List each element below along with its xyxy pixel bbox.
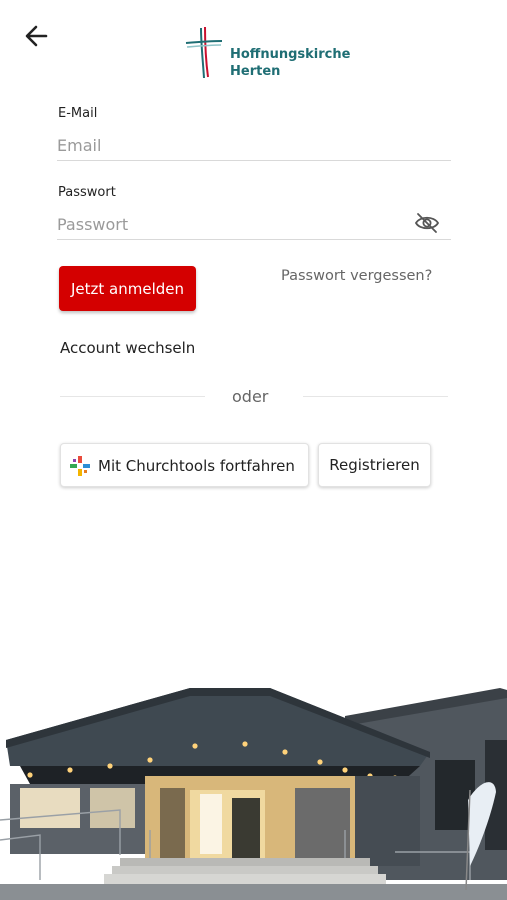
- email-label: E-Mail: [58, 106, 98, 121]
- logo-text: Hoffnungskirche Herten: [230, 46, 350, 80]
- churchtools-button-label: Mit Churchtools fortfahren: [98, 457, 295, 475]
- back-button[interactable]: [22, 22, 54, 50]
- logo-line-2: Herten: [230, 64, 281, 79]
- divider-line-left: [60, 396, 205, 397]
- password-label: Passwort: [58, 185, 116, 200]
- church-building-photo: [0, 680, 507, 900]
- forgot-password-link[interactable]: Passwort vergessen?: [281, 268, 432, 284]
- church-logo: Hoffnungskirche Herten: [184, 24, 350, 80]
- switch-account-link[interactable]: Account wechseln: [60, 339, 195, 357]
- arrow-left-icon: [25, 25, 48, 47]
- divider-line-right: [303, 396, 448, 397]
- password-field[interactable]: [57, 209, 451, 240]
- divider-text: oder: [232, 387, 269, 406]
- logo-line-1: Hoffnungskirche: [230, 47, 351, 62]
- churchtools-login-button[interactable]: Mit Churchtools fortfahren: [60, 443, 309, 487]
- cross-logo-icon: [185, 26, 223, 79]
- email-field[interactable]: [57, 130, 451, 161]
- churchtools-icon: [70, 456, 90, 476]
- login-button[interactable]: Jetzt anmelden: [59, 266, 196, 311]
- register-button[interactable]: Registrieren: [318, 443, 431, 487]
- eye-off-icon[interactable]: [414, 212, 440, 234]
